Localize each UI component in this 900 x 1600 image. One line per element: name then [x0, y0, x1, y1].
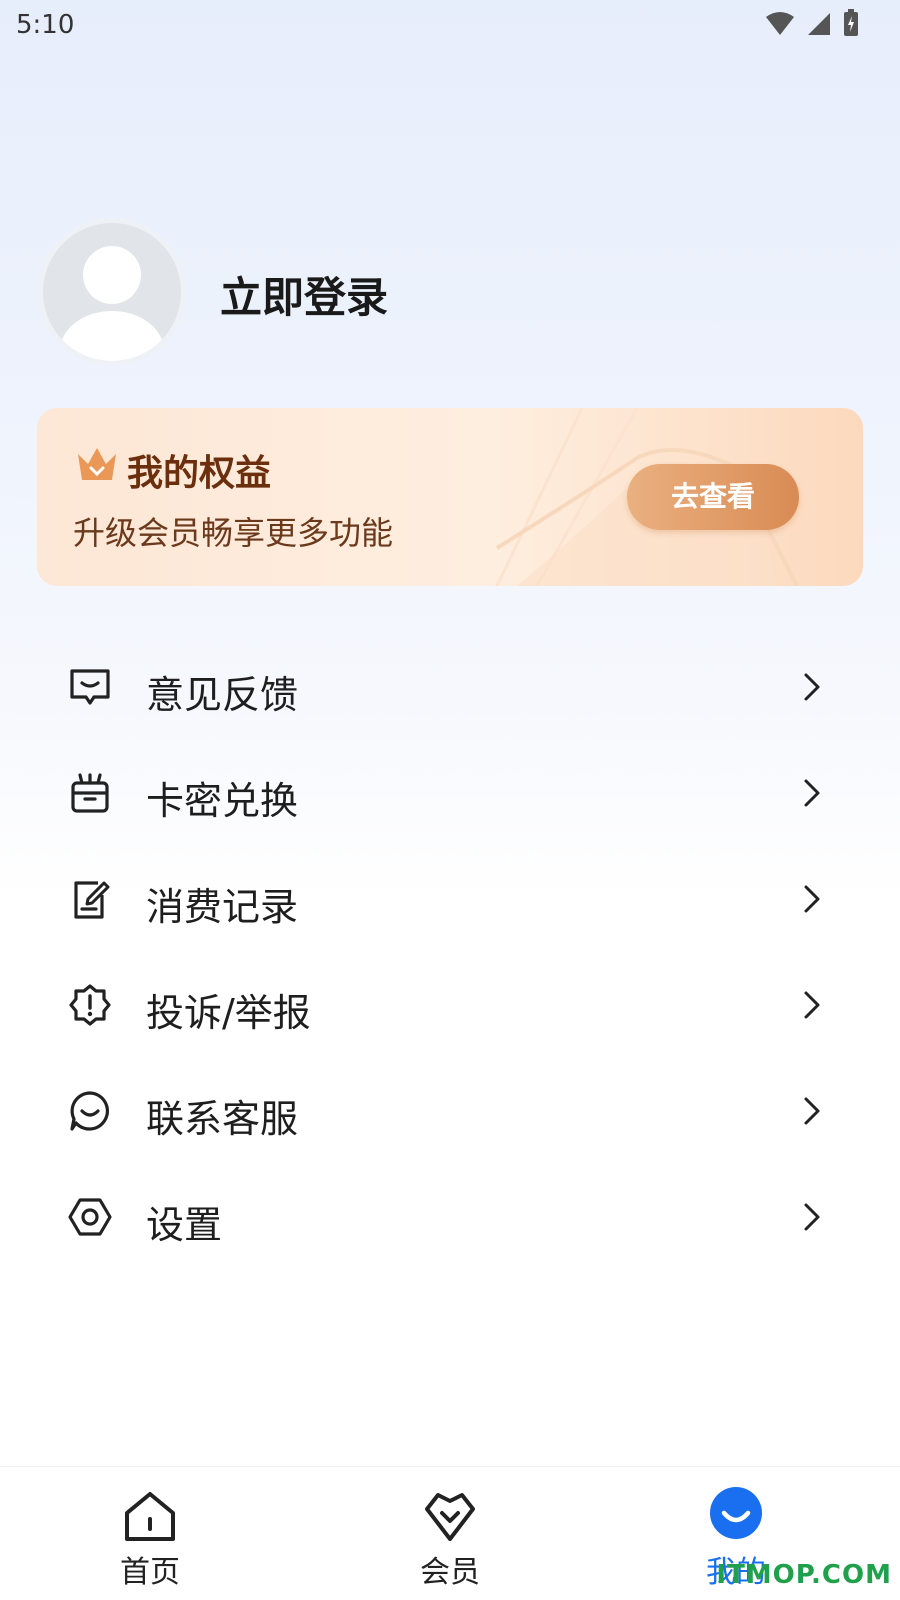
- watermark: ITMOP.COM: [716, 1560, 892, 1590]
- menu-label: 设置: [146, 1203, 223, 1247]
- menu-label: 联系客服: [146, 1097, 299, 1141]
- status-icons: [764, 8, 860, 38]
- record-icon: [74, 881, 110, 919]
- service-icon: [70, 1091, 109, 1131]
- menu-label: 投诉/举报: [146, 991, 311, 1035]
- menu-item-contact-support[interactable]: 联系客服: [0, 1058, 900, 1164]
- menu-item-settings[interactable]: 设置: [0, 1164, 900, 1270]
- status-bar: 5:10: [0, 0, 900, 50]
- tab-label: 首页: [120, 1555, 180, 1590]
- report-icon: [69, 984, 111, 1026]
- login-link[interactable]: 立即登录: [220, 264, 388, 325]
- chevron-right-icon: [804, 991, 820, 1019]
- member-icon: [425, 1493, 475, 1541]
- chevron-right-icon: [804, 885, 820, 913]
- menu-item-card-redeem[interactable]: 卡密兑换: [0, 740, 900, 846]
- chevron-right-icon: [804, 779, 820, 807]
- wifi-icon: [766, 12, 794, 35]
- chevron-right-icon: [804, 1097, 820, 1125]
- battery-icon: [844, 9, 858, 36]
- view-benefits-button[interactable]: 去查看: [627, 464, 799, 530]
- chevron-right-icon: [804, 1203, 820, 1231]
- menu-label: 消费记录: [146, 885, 299, 929]
- signal-icon: [808, 13, 830, 35]
- tab-label: 会员: [420, 1555, 480, 1590]
- me-icon: [710, 1487, 762, 1539]
- home-icon: [125, 1492, 175, 1541]
- profile-header[interactable]: 立即登录: [38, 218, 858, 368]
- menu-label: 卡密兑换: [146, 779, 299, 823]
- status-time: 5:10: [16, 10, 75, 40]
- vip-benefits-card[interactable]: 我的权益 升级会员畅享更多功能 去查看: [37, 408, 863, 586]
- crown-icon: [78, 448, 116, 480]
- menu-item-feedback[interactable]: 意见反馈: [0, 634, 900, 740]
- settings-menu: 意见反馈 卡密兑换 消费记录 投诉/举报 联系客服 设置: [0, 634, 900, 1270]
- menu-item-complaint-report[interactable]: 投诉/举报: [0, 952, 900, 1058]
- vip-title: 我的权益: [127, 453, 272, 494]
- tab-home[interactable]: 首页: [0, 1467, 300, 1600]
- menu-label: 意见反馈: [146, 673, 299, 717]
- default-avatar-icon: [60, 246, 164, 361]
- avatar[interactable]: [38, 218, 186, 366]
- settings-icon: [68, 1198, 112, 1236]
- chevron-right-icon: [804, 673, 820, 701]
- gift-icon: [71, 773, 109, 813]
- vip-subtitle: 升级会员畅享更多功能: [73, 514, 394, 552]
- feedback-icon: [70, 669, 110, 705]
- menu-item-consumption-records[interactable]: 消费记录: [0, 846, 900, 952]
- tab-member[interactable]: 会员: [300, 1467, 600, 1600]
